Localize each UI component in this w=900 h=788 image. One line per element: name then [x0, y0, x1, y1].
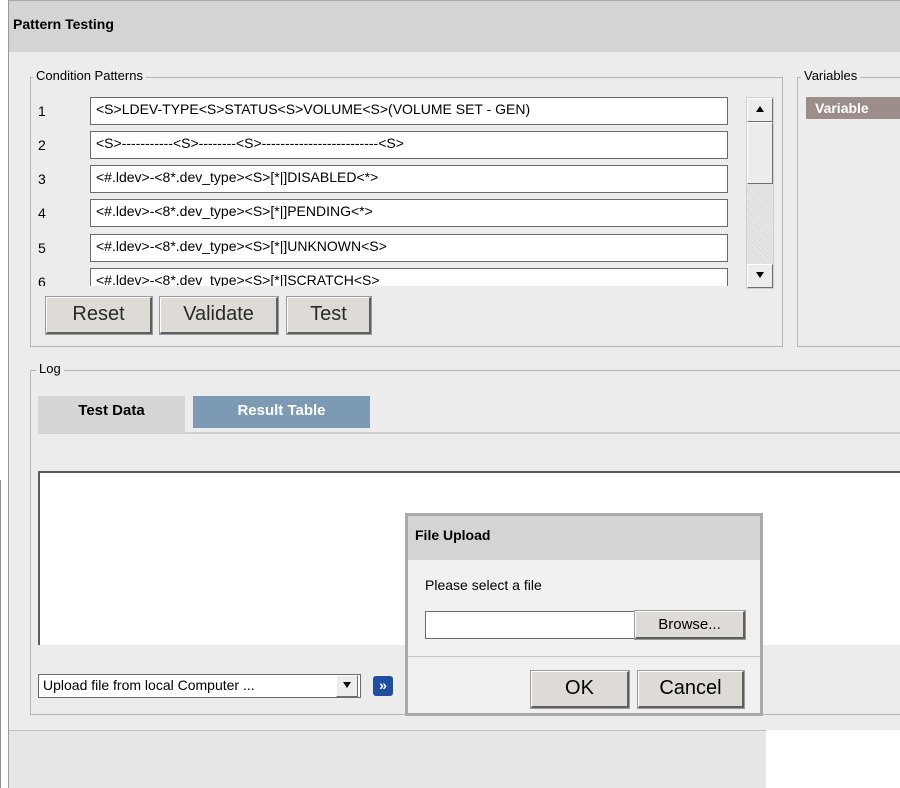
- upload-source-select[interactable]: Upload file from local Computer ...: [38, 674, 361, 698]
- test-button[interactable]: Test: [287, 297, 371, 334]
- pattern-row-number: 1: [38, 103, 46, 119]
- pattern-row-number: 5: [38, 240, 46, 256]
- pattern-row-number: 2: [38, 137, 46, 153]
- cancel-button[interactable]: Cancel: [638, 671, 744, 708]
- double-chevron-right-icon[interactable]: »: [373, 676, 393, 696]
- variable-column-header: Variable: [806, 97, 900, 119]
- pattern-input[interactable]: <#.ldev>-<8*.dev_type><S>[*|]SCRATCH<S>: [90, 268, 728, 286]
- pattern-row-number: 6: [38, 274, 46, 286]
- scroll-up-button[interactable]: [747, 98, 773, 122]
- window-title-bar: [9, 0, 900, 52]
- scroll-down-button[interactable]: [747, 264, 773, 288]
- browse-button[interactable]: Browse...: [635, 611, 745, 639]
- outer-frame-border: [0, 480, 1, 788]
- pattern-input[interactable]: <#.ldev>-<8*.dev_type><S>[*|]UNKNOWN<S>: [90, 234, 728, 262]
- file-path-input[interactable]: [425, 611, 635, 639]
- pattern-input[interactable]: <#.ldev>-<8*.dev_type><S>[*|]DISABLED<*>: [90, 165, 728, 193]
- tab-result-table[interactable]: Result Table: [193, 396, 370, 428]
- dropdown-arrow-button[interactable]: [336, 675, 358, 697]
- scrollbar-thumb[interactable]: [747, 122, 773, 184]
- pattern-input[interactable]: <#.ldev>-<8*.dev_type><S>[*|]PENDING<*>: [90, 199, 728, 227]
- footer-panel: [9, 731, 766, 788]
- log-legend: Log: [36, 361, 64, 376]
- variables-legend: Variables: [801, 68, 861, 83]
- ok-button[interactable]: OK: [531, 671, 629, 708]
- chevron-down-icon: [343, 682, 351, 688]
- window-title: Pattern Testing: [13, 16, 114, 32]
- pattern-input[interactable]: <S>-----------<S>--------<S>------------…: [90, 131, 728, 159]
- arrow-up-icon: [756, 106, 764, 112]
- pattern-input[interactable]: <S>LDEV-TYPE<S>STATUS<S>VOLUME<S>(VOLUME…: [90, 97, 728, 125]
- validate-button[interactable]: Validate: [160, 297, 278, 334]
- condition-patterns-list: 1 <S>LDEV-TYPE<S>STATUS<S>VOLUME<S>(VOLU…: [36, 97, 736, 286]
- arrow-down-icon: [756, 272, 764, 278]
- dialog-message: Please select a file: [425, 577, 542, 593]
- reset-button[interactable]: Reset: [46, 297, 152, 334]
- pattern-row-number: 4: [38, 205, 46, 221]
- dialog-divider: [408, 656, 760, 657]
- dialog-title: File Upload: [415, 527, 491, 543]
- tab-test-data[interactable]: Test Data: [38, 396, 185, 433]
- pattern-row-number: 3: [38, 171, 46, 187]
- patterns-scrollbar[interactable]: [746, 97, 774, 289]
- condition-patterns-legend: Condition Patterns: [33, 68, 146, 83]
